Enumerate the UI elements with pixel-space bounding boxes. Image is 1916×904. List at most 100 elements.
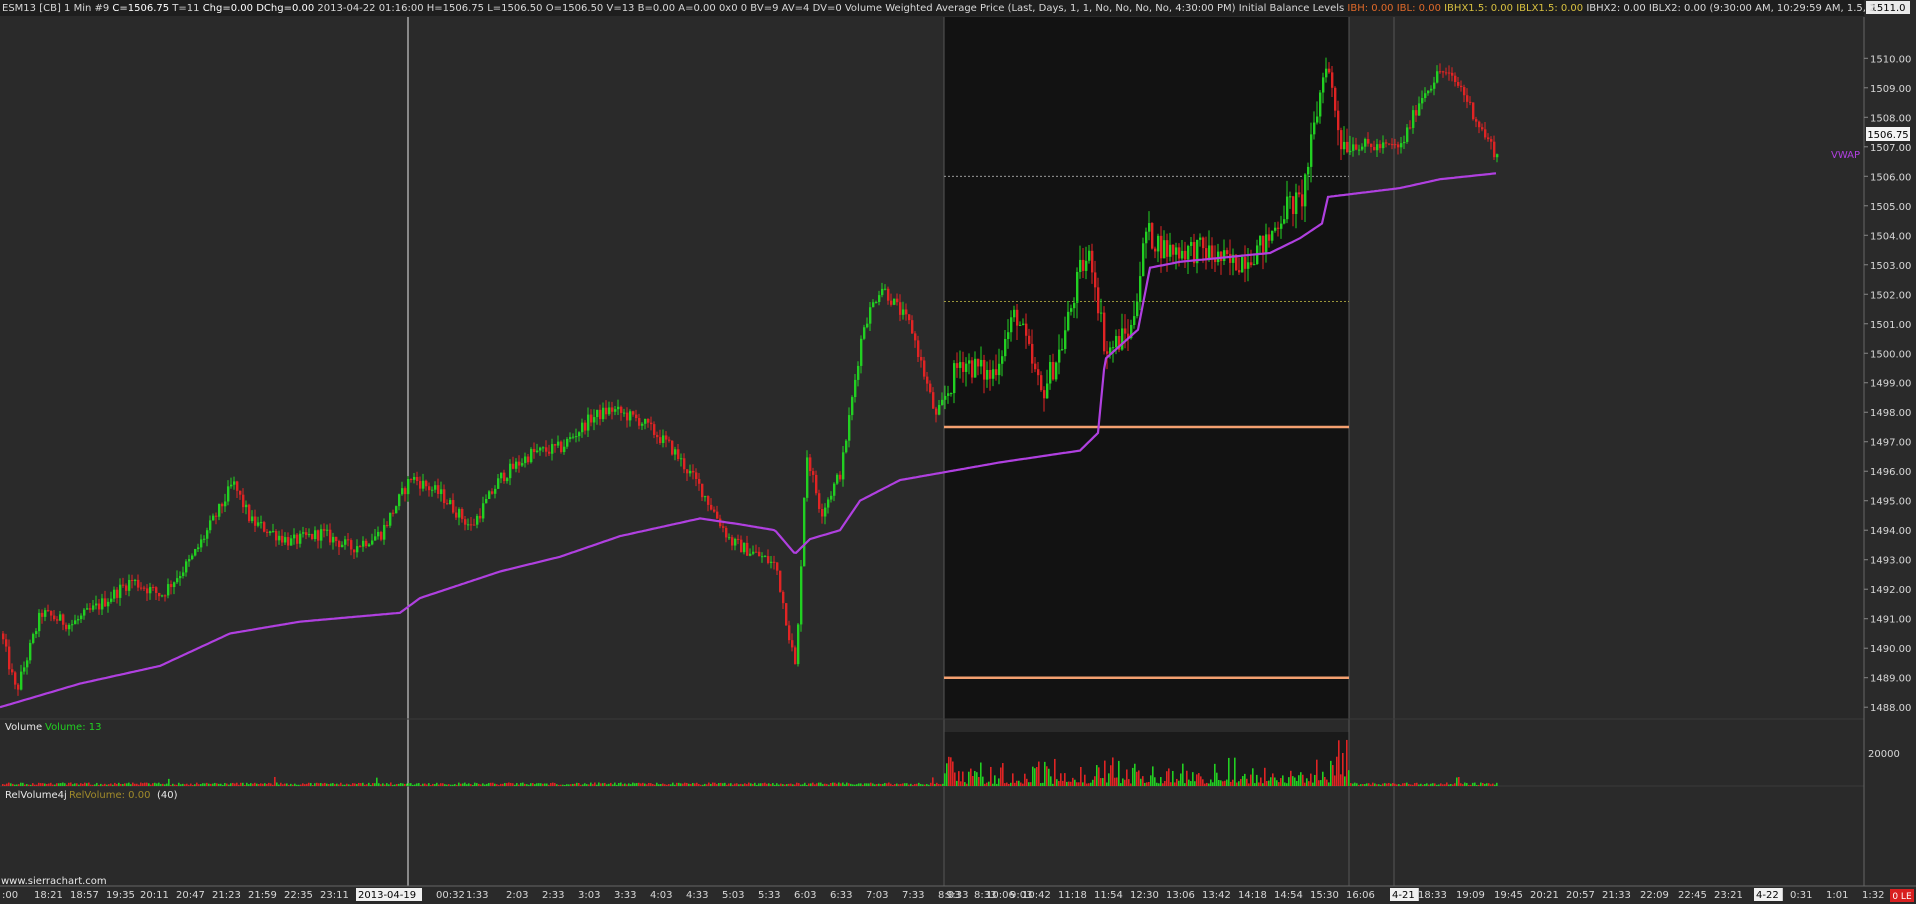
volume-bar — [656, 782, 658, 786]
volume-bar — [1230, 781, 1232, 786]
volume-bar — [168, 778, 170, 786]
price-axis-top-value: 1511.0 — [1871, 3, 1906, 14]
volume-bar — [80, 783, 82, 786]
price-bar-body — [1427, 90, 1430, 94]
price-tick-label: 1492.00 — [1870, 585, 1911, 596]
volume-bar — [1196, 774, 1198, 786]
price-bar-body — [1397, 144, 1400, 148]
price-bar-body — [44, 610, 47, 617]
price-tick-label: 1495.00 — [1870, 497, 1911, 508]
volume-bar — [836, 783, 838, 786]
volume-bar — [666, 784, 668, 786]
volume-bar — [586, 784, 588, 786]
volume-bar — [84, 782, 86, 786]
volume-bar — [1382, 783, 1384, 786]
volume-bar — [1074, 779, 1076, 786]
volume-bar — [1430, 783, 1432, 786]
price-bar-body — [602, 407, 605, 420]
price-bar-body — [629, 411, 632, 421]
volume-bar — [758, 783, 760, 786]
price-bar-body — [293, 534, 296, 539]
price-bar-body — [1304, 174, 1307, 207]
volume-bar — [988, 781, 990, 786]
volume-bar — [816, 783, 818, 786]
volume-bar — [700, 784, 702, 786]
relvolume-panel-title: RelVolume4j — [5, 790, 67, 801]
volume-bar — [190, 783, 192, 786]
price-bar-body — [1013, 309, 1016, 318]
volume-bar — [680, 783, 682, 786]
price-bar-body — [1145, 231, 1148, 244]
volume-bar — [398, 783, 400, 786]
volume-bar — [294, 783, 296, 786]
volume-bar — [170, 784, 172, 786]
price-bar-body — [326, 529, 329, 531]
price-bar-body — [443, 489, 446, 504]
time-axis[interactable]: :00 18:21 18:57 19:35 20:11 20:47 21:23 21:59 22… — [2, 888, 1884, 901]
volume-bar — [1186, 770, 1188, 786]
price-bar-body — [905, 309, 908, 315]
volume-bar — [390, 782, 392, 786]
volume-bar — [1152, 766, 1154, 786]
price-tick-label: 1498.00 — [1870, 408, 1911, 419]
price-bar-body — [692, 470, 695, 473]
volume-bar — [1478, 784, 1480, 786]
price-bar-body — [1322, 77, 1325, 93]
price-bar-body — [1247, 262, 1250, 269]
price-bar-body — [455, 512, 458, 518]
price-bar-body — [20, 671, 23, 690]
price-bar-body — [407, 478, 410, 495]
price-bar-body — [395, 506, 398, 514]
volume-bar — [194, 784, 196, 786]
volume-bar — [930, 782, 932, 786]
price-bar-body — [485, 499, 488, 504]
volume-bar — [172, 783, 174, 786]
price-bar-body — [932, 392, 935, 409]
volume-bar — [454, 784, 456, 786]
price-bar-body — [1412, 110, 1415, 128]
price-bar-body — [1208, 245, 1211, 260]
volume-bar — [6, 783, 8, 786]
volume-bar — [352, 783, 354, 786]
price-bar-body — [1253, 264, 1256, 266]
volume-bar — [1310, 773, 1312, 786]
price-bar-body — [1274, 227, 1277, 231]
price-bar-body — [488, 491, 491, 500]
price-bar-body — [1091, 250, 1094, 273]
price-bar-body — [1139, 276, 1142, 302]
price-bar-body — [227, 486, 230, 502]
volume-bar — [708, 782, 710, 786]
price-bar-body — [356, 546, 359, 553]
volume-bar — [1122, 778, 1124, 786]
volume-bar — [1286, 783, 1288, 786]
volume-bar — [28, 784, 30, 786]
price-bar-body — [59, 614, 62, 621]
volume-bar — [840, 783, 842, 786]
volume-bar — [444, 784, 446, 786]
price-bar-body — [1478, 121, 1481, 128]
volume-bar — [1016, 780, 1018, 786]
volume-bar — [1456, 777, 1458, 786]
volume-bar — [508, 782, 510, 786]
volume-bar — [1020, 782, 1022, 786]
price-axis[interactable]: 1510.00 1509.00 1508.00 1507.00 1506.00 1505.… — [1864, 54, 1911, 714]
price-bar-body — [1025, 323, 1028, 336]
price-bar-body — [1067, 311, 1070, 331]
volume-bar — [866, 783, 868, 786]
volume-bar — [1378, 784, 1380, 786]
volume-bar — [996, 783, 998, 786]
volume-bar — [614, 782, 616, 786]
volume-bar — [236, 782, 238, 786]
price-bar-body — [1346, 141, 1349, 153]
volume-bar — [1324, 776, 1326, 786]
time-axis-label: 20:57 — [1566, 890, 1595, 901]
volume-bar — [1398, 784, 1400, 786]
time-axis-label: 20:47 — [176, 890, 205, 901]
price-bar-body — [1199, 237, 1202, 240]
volume-bar — [306, 783, 308, 786]
volume-bar — [722, 783, 724, 786]
price-bar-body — [1319, 92, 1322, 117]
chart-canvas[interactable]: 1510.00 1509.00 1508.00 1507.00 1506.00 1505.… — [0, 0, 1916, 904]
volume-bar — [414, 784, 416, 786]
volume-bar — [872, 783, 874, 786]
